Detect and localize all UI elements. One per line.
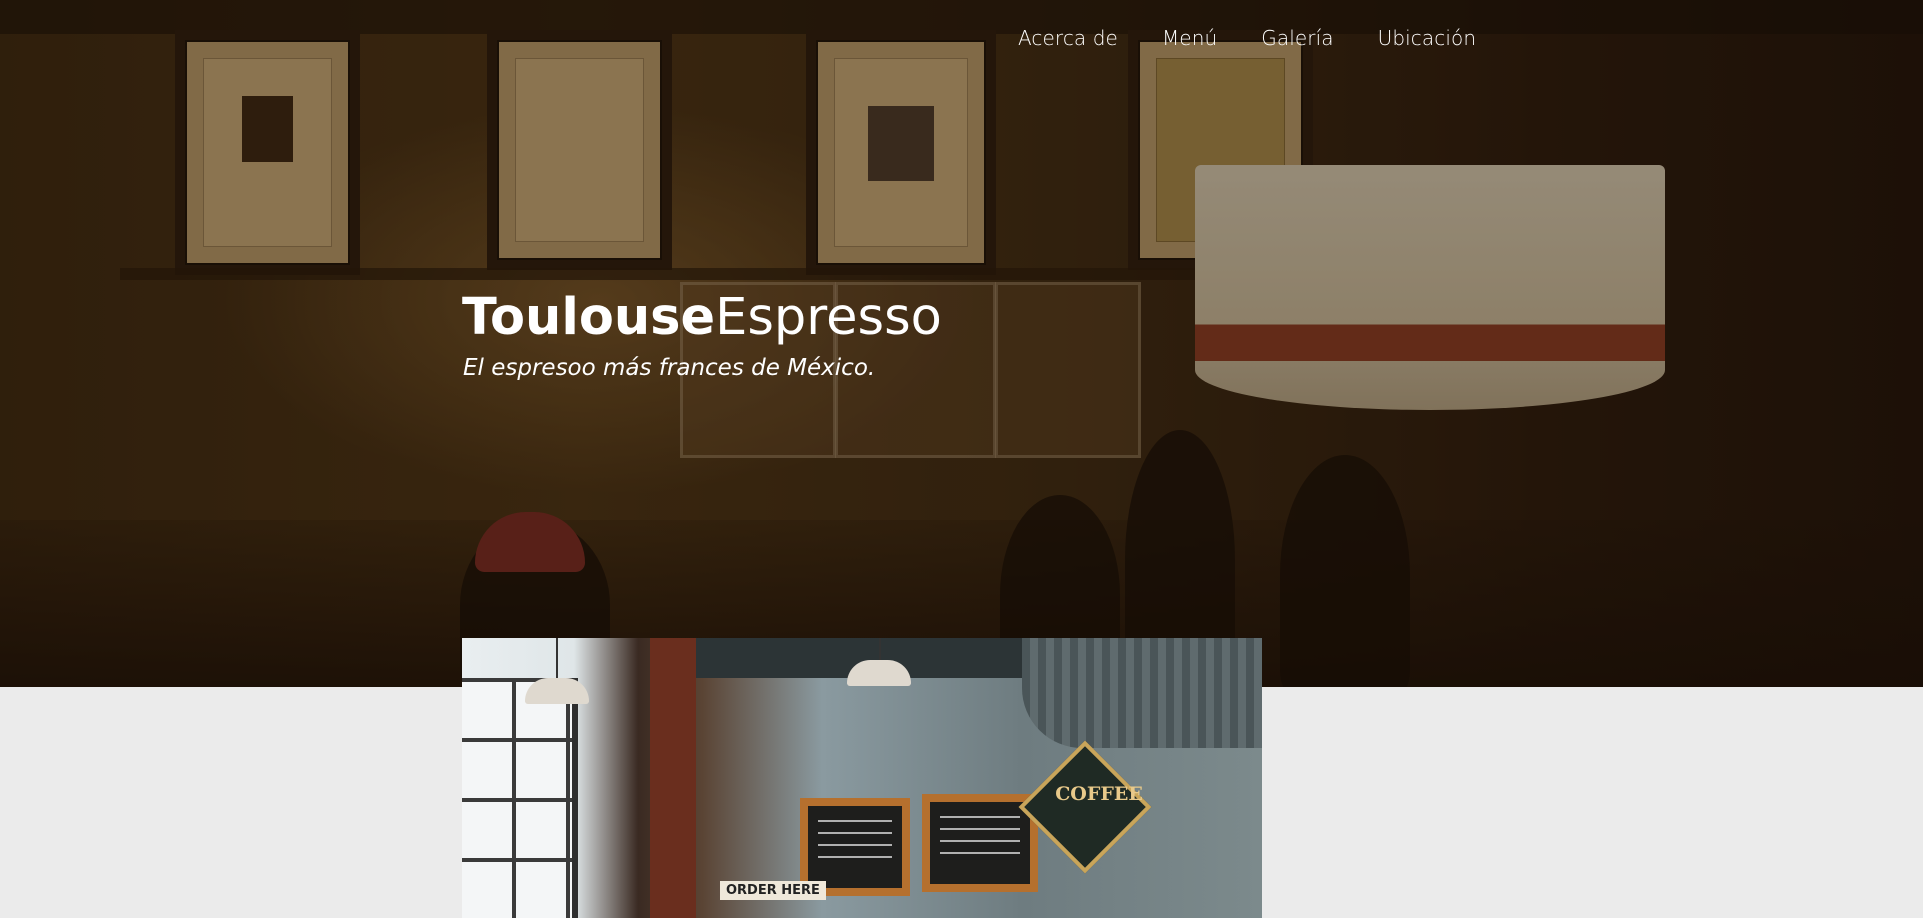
site-title-bold: Toulouse: [462, 288, 716, 347]
nav-link-ubicacion[interactable]: Ubicación: [1378, 26, 1477, 50]
order-here-sign: ORDER HERE: [720, 881, 826, 900]
photo-duct: [1022, 638, 1262, 748]
nav-link-menu[interactable]: Menú: [1162, 26, 1217, 50]
site-title-light: Espresso: [715, 288, 942, 347]
nav-link-galeria[interactable]: Galería: [1261, 26, 1333, 50]
pendant-wire: [556, 638, 558, 678]
main-nav: Acerca de Menú Galería Ubicación: [1018, 26, 1476, 50]
pendant-wire: [879, 638, 881, 660]
hero-section: Acerca de Menú Galería Ubicación Toulous…: [0, 0, 1923, 687]
site-title: ToulouseEspresso: [462, 288, 942, 348]
coffee-sign: [1018, 740, 1152, 874]
coffee-sign-text: COFFEE: [1055, 783, 1143, 805]
nav-link-acerca[interactable]: Acerca de: [1018, 26, 1118, 50]
pendant-light: [847, 660, 911, 686]
hero-overlay: [0, 0, 1923, 687]
cafe-interior-photo: COFFEE ORDER HERE: [462, 638, 1262, 918]
photo-window: [462, 678, 578, 918]
photo-pipe: [650, 638, 696, 918]
site-tagline: El espresoo más frances de México.: [463, 355, 876, 381]
pendant-light: [525, 678, 589, 704]
